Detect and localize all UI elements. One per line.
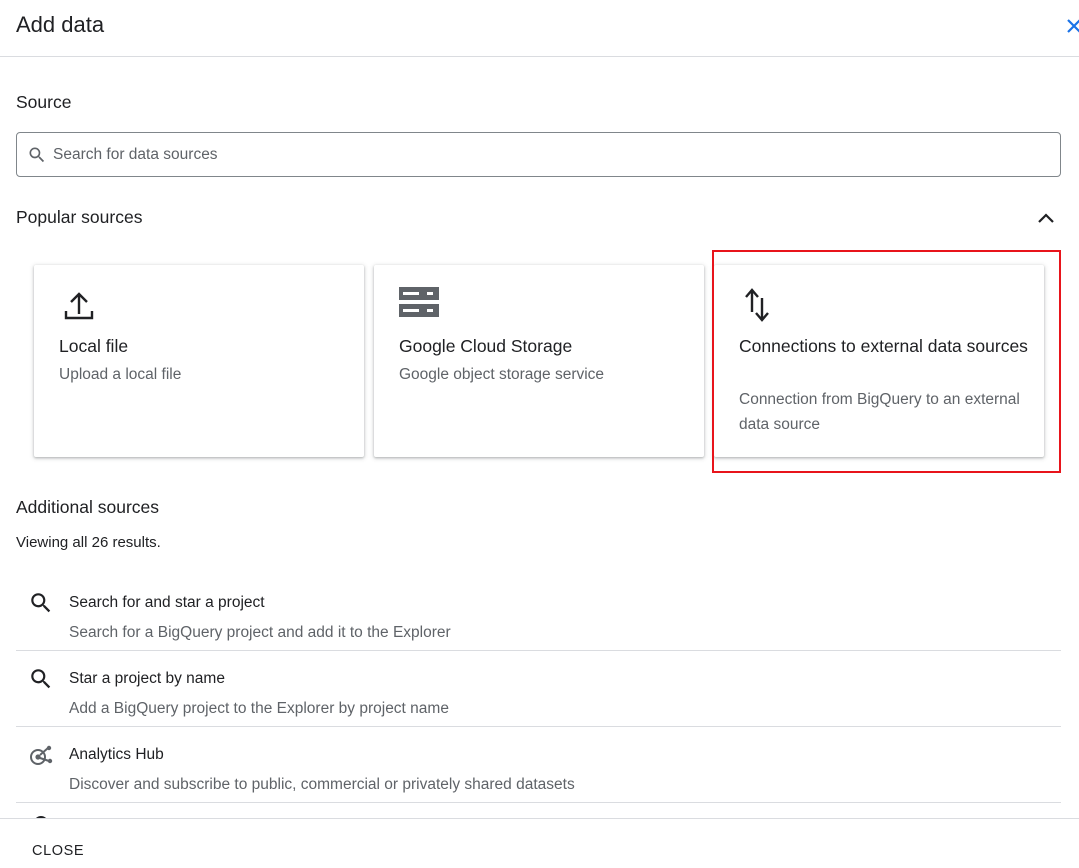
search-icon [28,590,54,616]
card-external-connections[interactable]: Connections to external data sources Con… [714,265,1044,457]
result-count: Viewing all 26 results. [16,534,161,551]
list-item-analytics-hub[interactable]: Analytics Hub Discover and subscribe to … [16,727,1061,803]
list-item-title: Search for and star a project [69,594,265,611]
list-item-star-project-by-name[interactable]: Star a project by name Add a BigQuery pr… [16,651,1061,727]
card-description: Upload a local file [59,366,182,383]
card-title: Google Cloud Storage [399,336,573,356]
list-item-description: Search for a BigQuery project and add it… [69,624,451,641]
dialog-title: Add data [16,12,105,37]
chevron-up-icon[interactable] [1034,206,1058,230]
search-field[interactable] [16,132,1061,177]
close-icon[interactable] [1064,14,1079,38]
card-title: Local file [59,336,129,356]
swap-vertical-icon [738,287,782,323]
upload-icon [58,287,102,323]
dialog-footer: CLOSE [0,818,1079,868]
storage-icon [398,287,442,323]
dialog-header: Add data [0,0,1079,57]
card-description: Connection from BigQuery to an external … [739,391,1020,433]
analytics-hub-icon [28,742,54,768]
popular-sources-label: Popular sources [16,207,143,227]
source-label: Source [16,92,72,112]
list-item-search-star-project[interactable]: Search for and star a project Search for… [16,575,1061,651]
list-item-description: Add a BigQuery project to the Explorer b… [69,700,449,717]
list-item-title: Analytics Hub [69,746,164,763]
close-button[interactable]: CLOSE [20,839,96,863]
list-item-title: Star a project by name [69,670,225,687]
search-icon [27,145,47,165]
search-input[interactable] [53,134,1053,175]
search-icon [28,666,54,692]
card-google-cloud-storage[interactable]: Google Cloud Storage Google object stora… [374,265,704,457]
card-local-file[interactable]: Local file Upload a local file [34,265,364,457]
list-item-description: Discover and subscribe to public, commer… [69,776,575,793]
card-description: Google object storage service [399,366,605,383]
partial-list-item [0,803,1079,819]
card-title: Connections to external data sources [739,336,1028,356]
additional-sources-label: Additional sources [16,497,159,517]
